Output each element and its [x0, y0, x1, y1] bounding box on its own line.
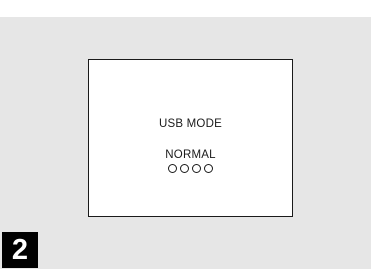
- lcd-screen: USB MODE NORMAL: [88, 59, 293, 217]
- indicator-dot-icon: [192, 164, 201, 173]
- usb-mode-status: NORMAL: [165, 149, 216, 161]
- indicator-dot-icon: [180, 164, 189, 173]
- indicator-dot-icon: [168, 164, 177, 173]
- activity-indicators: [89, 164, 292, 173]
- step-number-badge: 2: [2, 232, 38, 268]
- usb-mode-title: USB MODE: [159, 118, 222, 130]
- indicator-dot-icon: [204, 164, 213, 173]
